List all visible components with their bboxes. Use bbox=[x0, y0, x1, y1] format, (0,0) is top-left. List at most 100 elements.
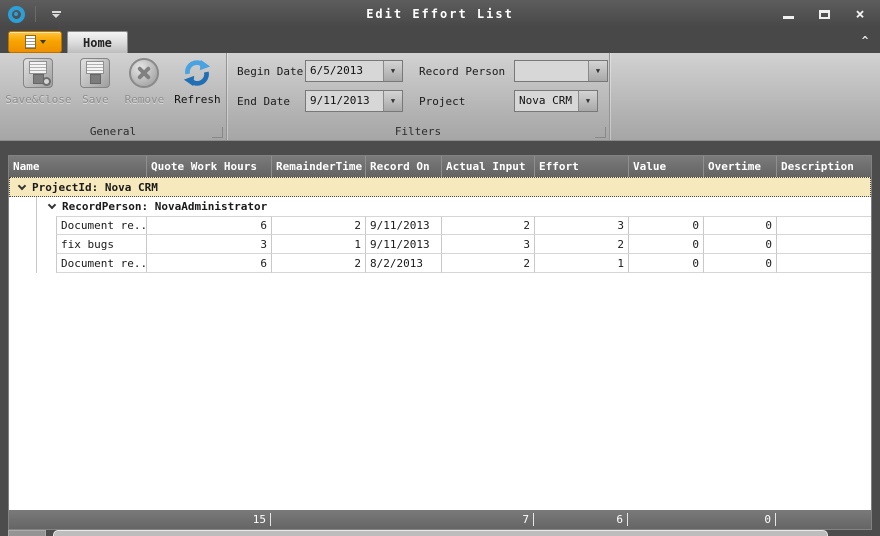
begin-date-label: Begin Date bbox=[237, 65, 305, 78]
quick-access-dropdown-icon[interactable] bbox=[46, 5, 66, 23]
begin-date-value[interactable]: 6/5/2013 bbox=[306, 61, 383, 81]
column-header-description[interactable]: Description bbox=[776, 156, 871, 177]
summary-effort: 6 bbox=[534, 513, 628, 526]
project-value[interactable]: Nova CRM bbox=[515, 91, 578, 111]
project-field: Project Nova CRM ▼ bbox=[419, 90, 608, 112]
app-menu-list-icon bbox=[25, 35, 36, 49]
window-title: Edit Effort List bbox=[0, 7, 880, 21]
project-dropdown-icon[interactable]: ▼ bbox=[578, 91, 597, 111]
grid-summary-row: 15 7 6 0 bbox=[9, 510, 871, 529]
column-header-overtime[interactable]: Overtime bbox=[703, 156, 776, 177]
row-indent bbox=[36, 216, 56, 235]
group-row-record-person[interactable]: RecordPerson: NovaAdministrator bbox=[36, 197, 871, 216]
row-indent bbox=[36, 254, 56, 273]
row-indent bbox=[9, 254, 36, 273]
begin-date-field: Begin Date 6/5/2013 ▼ bbox=[237, 60, 403, 82]
column-header-quote-work-hours[interactable]: Quote Work Hours bbox=[146, 156, 271, 177]
filters-right-column: Record Person ▼ Project Nova CRM ▼ bbox=[419, 60, 608, 123]
column-header-remainder-time[interactable]: RemainderTime bbox=[271, 156, 365, 177]
scrollbar-thumb[interactable] bbox=[53, 530, 828, 536]
window-buttons: × bbox=[780, 6, 872, 22]
column-header-name[interactable]: Name bbox=[9, 156, 146, 177]
cell-value: 0 bbox=[628, 254, 703, 273]
application-menu-button[interactable] bbox=[8, 31, 62, 53]
ribbon-collapse-icon[interactable]: ^ bbox=[858, 33, 872, 47]
power-badge-icon bbox=[42, 77, 51, 86]
app-logo-icon[interactable] bbox=[8, 6, 25, 23]
save-and-close-button[interactable]: Save&Close bbox=[4, 56, 73, 123]
filters-dialog-launcher-icon[interactable] bbox=[595, 127, 606, 138]
cell-record-on: 9/11/2013 bbox=[365, 216, 441, 235]
column-header-actual-input[interactable]: Actual Input bbox=[441, 156, 534, 177]
table-row[interactable]: Document re... 6 2 8/2/2013 2 1 0 0 bbox=[9, 254, 871, 273]
column-header-effort[interactable]: Effort bbox=[534, 156, 628, 177]
general-dialog-launcher-icon[interactable] bbox=[212, 127, 223, 138]
title-bar: Edit Effort List × bbox=[0, 0, 880, 28]
cell-name: Document re... bbox=[56, 216, 146, 235]
record-person-combo[interactable]: ▼ bbox=[514, 60, 608, 82]
refresh-icon bbox=[182, 58, 212, 88]
cell-actual-input: 2 bbox=[441, 254, 534, 273]
refresh-label: Refresh bbox=[174, 93, 220, 106]
row-indent bbox=[36, 235, 56, 254]
table-row[interactable]: Document re... 6 2 9/11/2013 2 3 0 0 bbox=[9, 216, 871, 235]
project-combo[interactable]: Nova CRM ▼ bbox=[514, 90, 598, 112]
maximize-button[interactable] bbox=[816, 6, 832, 22]
close-icon: × bbox=[855, 6, 864, 22]
tab-home[interactable]: Home bbox=[67, 31, 128, 53]
remove-icon bbox=[129, 58, 159, 88]
summary-overtime: 0 bbox=[703, 513, 776, 526]
cell-actual-input: 2 bbox=[441, 216, 534, 235]
cell-remainder-time: 2 bbox=[271, 254, 365, 273]
end-date-combo[interactable]: 9/11/2013 ▼ bbox=[305, 90, 403, 112]
column-header-value[interactable]: Value bbox=[628, 156, 703, 177]
group-label-filters: Filters bbox=[227, 123, 609, 140]
horizontal-scrollbar[interactable] bbox=[8, 530, 872, 536]
effort-grid: Name Quote Work Hours RemainderTime Reco… bbox=[8, 155, 872, 530]
filters-label-text: Filters bbox=[395, 125, 441, 138]
group-row-project-label: ProjectId: Nova CRM bbox=[32, 181, 158, 194]
group-row-project[interactable]: ProjectId: Nova CRM bbox=[9, 177, 871, 197]
group-collapse-chevron-icon[interactable] bbox=[48, 201, 56, 209]
end-date-dropdown-icon[interactable]: ▼ bbox=[383, 91, 402, 111]
cell-effort: 3 bbox=[534, 216, 628, 235]
grid-body: ProjectId: Nova CRM RecordPerson: NovaAd… bbox=[9, 177, 871, 510]
minimize-button[interactable] bbox=[780, 6, 796, 22]
end-date-value[interactable]: 9/11/2013 bbox=[306, 91, 383, 111]
close-button[interactable]: × bbox=[852, 6, 868, 22]
qat-triangle bbox=[52, 14, 60, 18]
cell-effort: 1 bbox=[534, 254, 628, 273]
table-row[interactable]: fix bugs 3 1 9/11/2013 3 2 0 0 bbox=[9, 235, 871, 254]
record-person-label: Record Person bbox=[419, 65, 514, 78]
group-collapse-chevron-icon[interactable] bbox=[18, 181, 26, 189]
project-label: Project bbox=[419, 95, 514, 108]
maximize-icon bbox=[819, 10, 830, 19]
cell-quote-work-hours: 6 bbox=[146, 254, 271, 273]
save-close-icon bbox=[23, 58, 53, 88]
cell-value: 0 bbox=[628, 235, 703, 254]
cell-value: 0 bbox=[628, 216, 703, 235]
begin-date-combo[interactable]: 6/5/2013 ▼ bbox=[305, 60, 403, 82]
cell-name: fix bugs bbox=[56, 235, 146, 254]
column-header-record-on[interactable]: Record On bbox=[365, 156, 441, 177]
end-date-field: End Date 9/11/2013 ▼ bbox=[237, 90, 403, 112]
ribbon-tab-row: Home ^ bbox=[0, 28, 880, 53]
app-menu-arrow-icon bbox=[40, 40, 46, 44]
save-button[interactable]: Save bbox=[73, 56, 118, 123]
record-person-value[interactable] bbox=[515, 61, 588, 81]
cell-name: Document re... bbox=[56, 254, 146, 273]
refresh-button[interactable]: Refresh bbox=[171, 56, 224, 123]
row-indent bbox=[9, 216, 36, 235]
record-person-dropdown-icon[interactable]: ▼ bbox=[588, 61, 607, 81]
group-row-record-person-label: RecordPerson: NovaAdministrator bbox=[62, 200, 267, 213]
cell-record-on: 9/11/2013 bbox=[365, 235, 441, 254]
cell-quote-work-hours: 6 bbox=[146, 216, 271, 235]
row-indent bbox=[9, 235, 36, 254]
cell-remainder-time: 2 bbox=[271, 216, 365, 235]
minimize-icon bbox=[783, 16, 794, 19]
cell-effort: 2 bbox=[534, 235, 628, 254]
group-label-general: General bbox=[0, 123, 226, 140]
remove-button[interactable]: Remove bbox=[118, 56, 171, 123]
filters-left-column: Begin Date 6/5/2013 ▼ End Date 9/11/2013… bbox=[237, 60, 403, 123]
begin-date-dropdown-icon[interactable]: ▼ bbox=[383, 61, 402, 81]
